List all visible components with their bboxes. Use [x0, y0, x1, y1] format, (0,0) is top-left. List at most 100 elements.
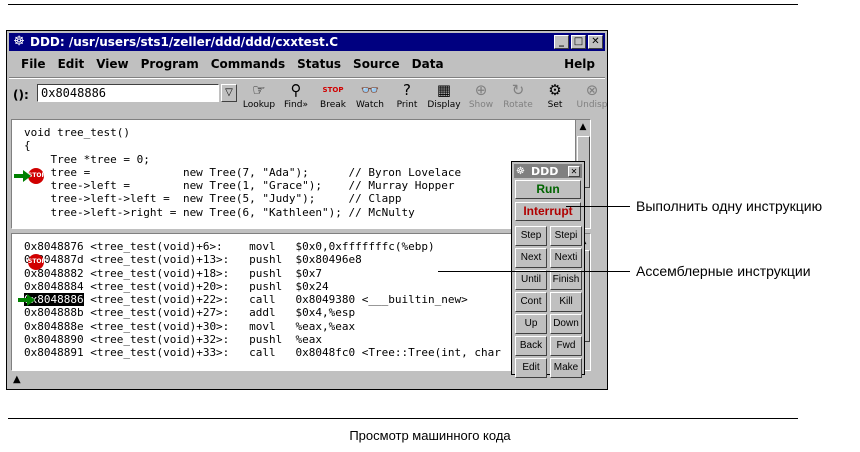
edit-button[interactable]: Edit — [515, 358, 547, 378]
ddd-logo-icon: ☸ — [13, 34, 25, 49]
run-button[interactable]: Run — [515, 180, 581, 199]
maximize-button[interactable]: □ — [571, 35, 586, 49]
tool-lookup-button[interactable]: ☞ Lookup — [241, 80, 277, 114]
menu-bar: File Edit View Program Commands Status S… — [9, 53, 605, 75]
down-button[interactable]: Down — [550, 314, 582, 334]
assembly-address[interactable]: 0x8048891 — [24, 346, 84, 359]
tool-label: Watch — [355, 100, 385, 110]
assembly-instruction: <tree_test(void)+33>: call 0x8048fc0 <Tr… — [83, 346, 501, 360]
assembly-address[interactable]: 0x804888e — [24, 320, 84, 333]
top-rule — [8, 4, 798, 5]
up-button[interactable]: Up — [515, 314, 547, 334]
until-button[interactable]: Until — [515, 270, 547, 290]
tool-break-button[interactable]: STOP Break — [315, 80, 351, 114]
assembly-instruction: <tree_test(void)+20>: pushl $0x24 — [83, 279, 329, 293]
scroll-up-arrow-icon[interactable]: ▲ — [576, 120, 590, 134]
assembly-address[interactable]: 0x804888b — [24, 306, 84, 319]
menu-data[interactable]: Data — [412, 57, 444, 71]
step-button[interactable]: Step — [515, 226, 547, 246]
breakpoint-stop-icon[interactable]: STOP — [28, 254, 46, 270]
bottom-rule — [8, 418, 798, 419]
tool-rotate-button[interactable]: ↻ Rotate — [500, 80, 536, 114]
assembly-address[interactable]: 0x8048890 — [24, 333, 84, 346]
tool-undisp-button[interactable]: ⊗ Undisp — [574, 80, 610, 114]
stepi-leader-line — [566, 206, 630, 207]
set-icon: ⚙ — [548, 81, 562, 99]
kill-button[interactable]: Kill — [550, 292, 582, 312]
watch-icon: 👓 — [360, 81, 380, 99]
tool-bar: (): 0x8048886 ▽ ☞ Lookup ⚲ Find» STOP Break 👓 W… — [9, 77, 607, 116]
machine-code-window[interactable]: 0x8048876 <tree_test(void)+6>: movl $0x0… — [11, 233, 591, 371]
menu-file[interactable]: File — [21, 57, 46, 71]
tool-find-button[interactable]: ⚲ Find» — [278, 80, 314, 114]
assembly-address[interactable]: 0x8048884 — [24, 280, 84, 293]
rotate-icon: ↻ — [511, 81, 525, 99]
source-line: { — [24, 139, 31, 153]
tool-show-button[interactable]: ⊕ Show — [463, 80, 499, 114]
assembly-instruction: <tree_test(void)+22>: call 0x8049380 <__… — [83, 293, 468, 307]
assembly-line: 0x8048891 <tree_test(void)+33>: call 0x8… — [24, 346, 501, 359]
assembly-line: 0x8048876 <tree_test(void)+6>: movl $0x0… — [24, 240, 501, 253]
assembly-line: 0x804888b <tree_test(void)+27>: addl $0x… — [24, 306, 501, 319]
assembly-instruction: <tree_test(void)+13>: pushl $0x80496e8 — [83, 253, 362, 267]
source-line: tree = new Tree(7, "Ada"); // Byron Love… — [24, 165, 462, 179]
menu-program[interactable]: Program — [141, 57, 199, 71]
tool-label: Display — [427, 100, 461, 110]
make-button[interactable]: Make — [550, 358, 582, 378]
source-line: tree->left->right = new Tree(6, "Kathlee… — [24, 205, 415, 219]
close-button[interactable]: ✕ — [588, 35, 603, 49]
command-tool-close-button[interactable]: ✕ — [568, 165, 580, 177]
source-line: tree->left = new Tree(1, "Grace"); // Mu… — [24, 179, 455, 193]
assembly-instruction: <tree_test(void)+6>: movl $0x0,0xfffffff… — [83, 240, 435, 253]
menu-edit[interactable]: Edit — [58, 57, 85, 71]
next-button[interactable]: Next — [515, 248, 547, 268]
menu-source[interactable]: Source — [353, 57, 400, 71]
tool-label: Set — [547, 100, 563, 110]
menu-status[interactable]: Status — [297, 57, 341, 71]
lookup-icon: ☞ — [252, 81, 266, 99]
undisp-icon: ⊗ — [585, 81, 599, 99]
argument-input[interactable]: 0x8048886 — [37, 84, 219, 102]
source-line: Tree *tree = 0; — [24, 152, 150, 166]
tool-label: Show — [468, 100, 494, 110]
command-tool-title-bar[interactable]: ☸ DDD ✕ — [514, 164, 582, 178]
command-tool: ☸ DDD ✕ Run Interrupt Step Stepi Next Nexti… — [511, 161, 585, 378]
nexti-button[interactable]: Nexti — [550, 248, 582, 268]
status-expand-icon[interactable]: ▲ — [13, 374, 21, 385]
source-line: tree->left->left = new Tree(5, "Judy"); … — [24, 192, 402, 206]
stepi-button[interactable]: Stepi — [550, 226, 582, 246]
assembly-address[interactable]: 0x8048876 — [24, 240, 84, 253]
argument-history-button[interactable]: ▽ — [221, 84, 237, 102]
command-tool-title: DDD — [531, 164, 559, 178]
tool-label: Print — [396, 100, 418, 110]
minimize-button[interactable]: _ — [554, 35, 569, 49]
assembly-annotation: Ассемблерные инструкции — [636, 263, 811, 279]
ddd-window: ☸ DDD: /usr/users/sts1/zeller/ddd/ddd/cx… — [6, 30, 608, 390]
source-window[interactable]: void tree_test(){ Tree *tree = 0; tree =… — [11, 119, 591, 229]
tool-watch-button[interactable]: 👓 Watch — [352, 80, 388, 114]
assembly-line: 0x8048890 <tree_test(void)+32>: pushl %e… — [24, 333, 501, 346]
menu-commands[interactable]: Commands — [211, 57, 285, 71]
show-icon: ⊕ — [474, 81, 488, 99]
menu-help[interactable]: Help — [564, 57, 595, 71]
assembly-instruction: <tree_test(void)+18>: pushl $0x7 — [83, 266, 323, 280]
assembly-line: 0x8048884 <tree_test(void)+20>: pushl $0… — [24, 280, 501, 293]
tool-display-button[interactable]: ▦ Display — [426, 80, 462, 114]
break-icon: STOP — [322, 86, 344, 94]
tool-set-button[interactable]: ⚙ Set — [537, 80, 573, 114]
assembly-line: 0x804887d <tree_test(void)+13>: pushl $0… — [24, 253, 501, 266]
display-icon: ▦ — [436, 81, 452, 99]
tool-print-button[interactable]: ? Print — [389, 80, 425, 114]
title-bar[interactable]: ☸ DDD: /usr/users/sts1/zeller/ddd/ddd/cx… — [9, 33, 605, 51]
assembly-code: 0x8048876 <tree_test(void)+6>: movl $0x0… — [24, 240, 501, 360]
tool-label: Undisp — [576, 100, 608, 110]
back-button[interactable]: Back — [515, 336, 547, 356]
cont-button[interactable]: Cont — [515, 292, 547, 312]
interrupt-button[interactable]: Interrupt — [515, 202, 581, 221]
execution-position-arrow-icon — [14, 170, 31, 182]
window-title: DDD: /usr/users/sts1/zeller/ddd/ddd/cxxt… — [30, 35, 339, 49]
fwd-button[interactable]: Fwd — [550, 336, 582, 356]
tool-label: Find» — [284, 100, 308, 110]
menu-view[interactable]: View — [96, 57, 128, 71]
finish-button[interactable]: Finish — [550, 270, 582, 290]
